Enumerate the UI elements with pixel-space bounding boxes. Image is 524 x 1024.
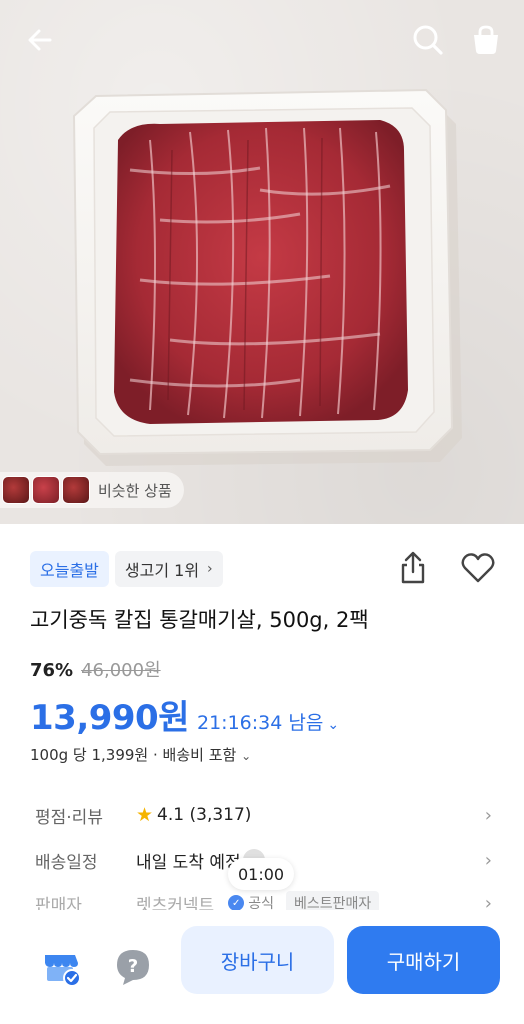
check-icon: ✓: [228, 895, 245, 911]
rating-value-group: ★ 4.1 (3,317): [136, 804, 251, 826]
shopping-bag-icon: [474, 25, 498, 54]
heart-icon: [461, 553, 495, 583]
discount-row: 76% 46,000원: [30, 656, 161, 682]
deal-timer-text: 21:16:34 남음: [196, 712, 324, 734]
today-ship-badge: 오늘출발: [30, 551, 109, 587]
chevron-right-icon: ›: [207, 561, 213, 577]
rating-row[interactable]: 평점·리뷰 ★ 4.1 (3,317) ›: [0, 800, 524, 830]
star-icon: ★: [136, 804, 154, 826]
original-price: 46,000원: [81, 660, 161, 681]
similar-thumbnail: [32, 476, 60, 504]
unit-price-row[interactable]: 100g 당 1,399원 · 배송비 포함 ⌄: [30, 744, 251, 765]
delivery-value: 내일 도착 예정: [136, 852, 241, 873]
similar-thumbnail: [62, 476, 90, 504]
bottom-action-bar: ? 장바구니 구매하기: [0, 910, 524, 1024]
chevron-right-icon: ›: [484, 849, 492, 871]
rank-badge[interactable]: 생고기 1위 ›: [114, 551, 223, 587]
unit-price-text: 100g 당 1,399원 · 배송비 포함: [30, 746, 237, 764]
share-icon: [401, 551, 425, 584]
search-button[interactable]: [408, 20, 448, 60]
like-button[interactable]: [458, 548, 498, 588]
help-button[interactable]: ?: [110, 944, 156, 990]
svg-text:?: ?: [128, 956, 138, 977]
back-button[interactable]: [20, 20, 60, 60]
product-title: 고기중독 칼집 통갈매기살, 500g, 2팩: [30, 608, 369, 632]
similar-products-label: 비슷한 상품: [98, 481, 172, 500]
rank-badge-label: 생고기 1위: [124, 561, 200, 580]
rating-value: 4.1: [157, 805, 185, 825]
deal-timer[interactable]: 21:16:34 남음 ⌄: [197, 708, 339, 735]
video-timestamp[interactable]: 01:00: [228, 858, 295, 890]
top-navigation: [0, 0, 524, 80]
rating-label: 평점·리뷰: [35, 807, 103, 828]
store-icon: [45, 955, 81, 987]
sale-price: 13,990원: [30, 698, 189, 738]
chevron-down-icon: ⌄: [327, 717, 340, 733]
shopping-bag-button[interactable]: [466, 20, 506, 60]
store-button[interactable]: [38, 944, 84, 990]
product-image[interactable]: 비슷한 상품: [0, 0, 524, 524]
similar-thumbnails: [0, 476, 90, 504]
badge-row: 오늘출발 생고기 1위 ›: [30, 551, 223, 587]
buy-now-button[interactable]: 구매하기: [347, 926, 500, 994]
rating-count: (3,317): [189, 805, 252, 825]
similar-thumbnail: [2, 476, 30, 504]
add-to-cart-button[interactable]: 장바구니: [181, 926, 334, 994]
share-button[interactable]: [395, 548, 431, 588]
delivery-label: 배송일정: [35, 852, 98, 873]
chevron-right-icon: ›: [484, 804, 492, 826]
help-icon: ?: [117, 950, 149, 985]
similar-products-button[interactable]: 비슷한 상품: [0, 472, 184, 508]
price-row: 13,990원 21:16:34 남음 ⌄: [30, 690, 339, 739]
discount-percent: 76%: [30, 660, 74, 681]
search-icon: [413, 25, 443, 55]
chevron-down-icon: ⌄: [241, 749, 252, 763]
back-arrow-icon: [28, 29, 52, 51]
